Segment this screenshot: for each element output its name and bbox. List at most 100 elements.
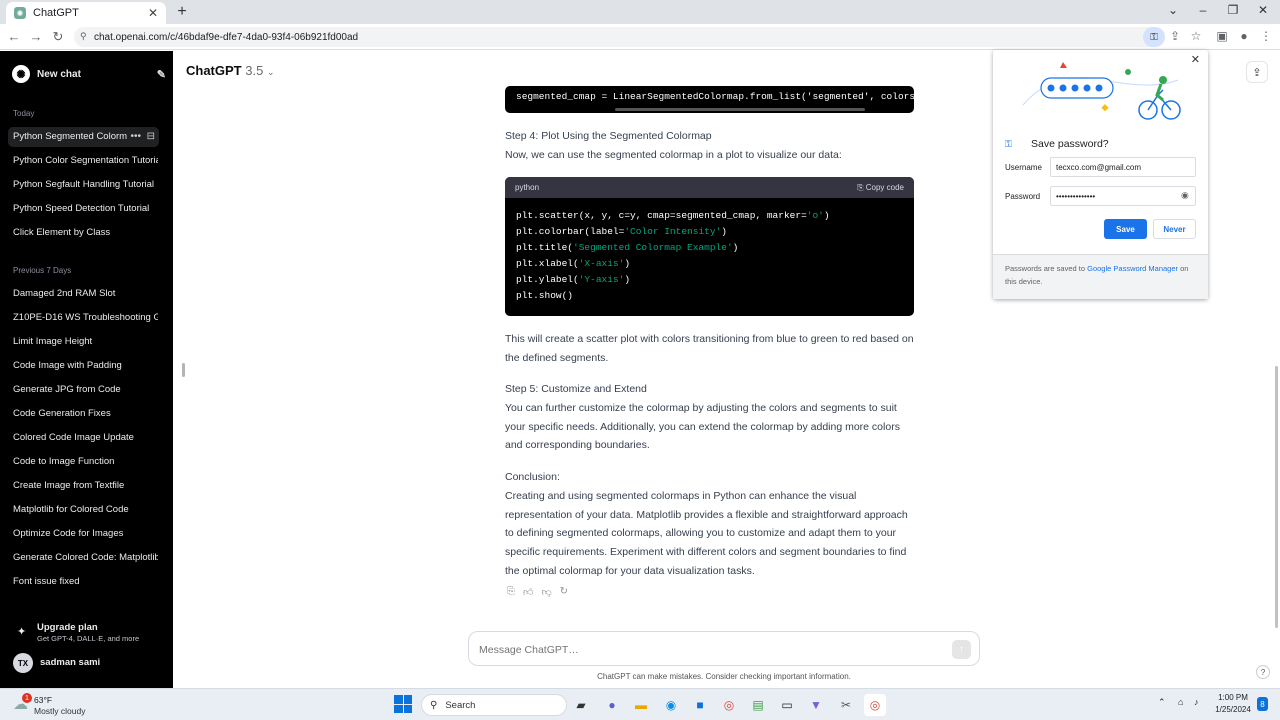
step4-text: Now, we can use the segmented colormap i… (505, 149, 842, 161)
menu-kebab-icon[interactable]: ⋮ (1258, 29, 1274, 43)
network-icon[interactable]: ⌂ (1178, 697, 1183, 707)
sidebar-item[interactable]: Matplotlib for Colored Code (8, 500, 158, 520)
sidebar-item-label: Limit Image Height (13, 336, 93, 347)
sidebar-item[interactable]: Python Color Segmentation Tutorial (8, 151, 158, 171)
sidebar-item[interactable]: Damaged 2nd RAM Slot (8, 284, 158, 304)
teams-chat-icon[interactable]: ● (601, 694, 623, 716)
start-button[interactable] (394, 695, 412, 713)
password-manager-link[interactable]: Google Password Manager (1087, 264, 1178, 273)
upgrade-plan-button[interactable]: ✦ Upgrade plan Get GPT-4, DALL·E, and mo… (13, 620, 168, 646)
chrome-active-icon[interactable]: ◎ (864, 694, 886, 716)
profile-icon[interactable]: ● (1236, 29, 1252, 43)
sidebar-item[interactable]: Optimize Code for Images (8, 524, 158, 544)
store-icon[interactable]: ■ (689, 694, 711, 716)
password-key-icon[interactable]: ⚿ (1143, 27, 1165, 47)
bookmark-star-icon[interactable]: ☆ (1188, 29, 1204, 43)
model-version: 3.5 (245, 63, 264, 78)
username-label: Username (1005, 163, 1042, 172)
share-chat-button[interactable]: ⇪ (1246, 61, 1268, 83)
message-actions: ⎘ 👍︎ 👎︎ ↻ (507, 586, 568, 598)
sidebar-item[interactable]: Font issue fixed (8, 572, 158, 592)
show-password-icon[interactable]: ◉ (1181, 190, 1189, 201)
reload-icon[interactable]: ↻ (50, 29, 66, 45)
sidebar-toggle-handle[interactable] (182, 363, 185, 377)
site-info-icon[interactable]: ⚲ (80, 31, 87, 42)
dialog-title: Save password? (1031, 138, 1109, 150)
notepad-icon[interactable]: ▤ (747, 694, 769, 716)
send-button[interactable]: ↑ (952, 640, 971, 659)
sidebar-item[interactable]: Code Image with Padding (8, 356, 158, 376)
sidebar-item[interactable]: Create Image from Textfile (8, 476, 158, 496)
volume-icon[interactable]: ♪ (1194, 697, 1199, 707)
sidebar-item[interactable]: Colored Code Image Update (8, 428, 158, 448)
sidebar-item-label: Damaged 2nd RAM Slot (13, 288, 116, 299)
sidebar-item[interactable]: Z10PE-D16 WS Troubleshooting Guide (8, 308, 158, 328)
message-composer: ↑ (468, 631, 980, 666)
clock-time: 1:00 PM (1218, 693, 1248, 702)
notification-badge[interactable]: 8 (1257, 697, 1268, 711)
never-button[interactable]: Never (1153, 219, 1196, 239)
task-view-icon[interactable]: ▰ (570, 694, 592, 716)
tab-search-icon[interactable]: ⌄ (1163, 3, 1183, 17)
clipboard-icon: ⎘ (857, 182, 866, 192)
code-header: python ⎘ Copy code (505, 177, 914, 198)
message-input[interactable] (479, 641, 939, 658)
sidebar-item-label: Font issue fixed (13, 576, 80, 587)
password-field[interactable]: •••••••••••••• (1050, 186, 1196, 206)
sidebar-item[interactable]: Generate JPG from Code (8, 380, 158, 400)
share-page-icon[interactable]: ⇪ (1167, 29, 1183, 43)
new-tab-icon[interactable]: + (172, 2, 192, 22)
sidebar-item-label: Python Color Segmentation Tutorial (13, 155, 158, 166)
avatar: TX (13, 653, 33, 673)
sidebar-item-label: Z10PE-D16 WS Troubleshooting Guide (13, 312, 158, 323)
sidebar-item[interactable]: Code to Image Function (8, 452, 158, 472)
after-code-text: This will create a scatter plot with col… (505, 333, 914, 364)
side-panel-icon[interactable]: ▣ (1214, 29, 1230, 43)
sidebar-item[interactable]: Python Segfault Handling Tutorial (8, 175, 158, 195)
copy-icon[interactable]: ⎘ (507, 586, 515, 598)
thumbs-up-icon[interactable]: 👍︎ (523, 586, 533, 598)
upgrade-title: Upgrade plan (37, 622, 98, 633)
clock[interactable]: 1:00 PM 1/25/2024 (1210, 692, 1256, 716)
back-icon[interactable]: ← (6, 29, 22, 44)
sidebar-item[interactable]: Code Generation Fixes (8, 404, 158, 424)
search-icon: ⚲ (430, 699, 438, 711)
model-selector[interactable]: ChatGPT 3.5 ⌄ (186, 63, 275, 78)
copy-code-button[interactable]: ⎘ Copy code (857, 183, 904, 193)
save-button[interactable]: Save (1104, 219, 1147, 239)
regenerate-icon[interactable]: ↻ (560, 586, 568, 598)
upgrade-subtitle: Get GPT-4, DALL·E, and more (37, 634, 140, 643)
close-dialog-icon[interactable]: ✕ (1191, 53, 1200, 66)
url-field[interactable]: ⚲ chat.openai.com/c/46bdaf9e-dfe7-4da0-9… (74, 27, 1164, 47)
forward-icon[interactable]: → (28, 29, 44, 44)
user-menu-button[interactable]: TX sadman sami (13, 652, 168, 674)
username-field[interactable]: tecxco.com@gmail.com (1050, 157, 1196, 177)
chrome-icon[interactable]: ◎ (718, 694, 740, 716)
weather-widget[interactable]: ☁ 1 63°F Mostly cloudy (13, 693, 133, 719)
sidebar-item[interactable]: Generate Colored Code: Matplotlib (8, 548, 158, 568)
tray-overflow-icon[interactable]: ⌃ (1158, 697, 1166, 708)
weather-desc: Mostly cloudy (34, 706, 86, 716)
file-explorer-icon[interactable]: ▬ (630, 694, 652, 716)
browser-tab[interactable]: ✺ ChatGPT ✕ (6, 2, 166, 24)
taskbar-search[interactable]: ⚲ Search (421, 694, 567, 716)
help-button[interactable]: ? (1256, 665, 1270, 679)
thumbs-down-icon[interactable]: 👎︎ (541, 586, 551, 598)
terminal-icon[interactable]: ▭ (776, 694, 798, 716)
maximize-icon[interactable]: ❐ (1223, 3, 1243, 17)
sidebar-item[interactable]: Python Speed Detection Tutorial (8, 199, 158, 219)
sidebar-item[interactable]: Limit Image Height (8, 332, 158, 352)
edit-icon[interactable]: ✎ (157, 68, 166, 81)
code-scrollbar[interactable] (615, 108, 865, 111)
page-scrollbar[interactable] (1275, 366, 1278, 628)
sidebar-item[interactable]: Click Element by Class (8, 223, 158, 243)
sidebar-item[interactable]: Python Segmented Colormap ••• ⊟ (8, 127, 159, 147)
new-chat-button[interactable]: ✺ New chat ✎ (8, 61, 166, 87)
close-tab-icon[interactable]: ✕ (148, 6, 158, 20)
item-actions[interactable]: ••• ⊟ (126, 127, 155, 147)
vpn-icon[interactable]: ▼ (805, 694, 827, 716)
window-close-icon[interactable]: ✕ (1253, 3, 1273, 17)
snipping-icon[interactable]: ✂ (835, 694, 857, 716)
minimize-icon[interactable]: – (1193, 3, 1213, 17)
edge-icon[interactable]: ◉ (660, 694, 682, 716)
